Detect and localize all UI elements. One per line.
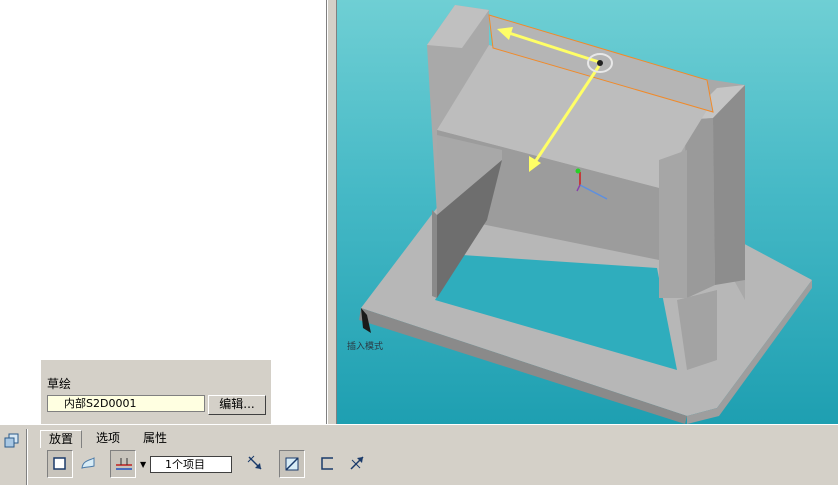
insert-mode-label: 插入模式 — [347, 342, 384, 352]
left-leg-side — [432, 210, 437, 298]
flip-side-button[interactable] — [110, 450, 136, 478]
chevron-down-icon[interactable]: ▼ — [140, 460, 146, 469]
surface-icon — [81, 457, 95, 469]
right-column-face — [685, 118, 715, 298]
edit-sketch-button[interactable]: 编辑... — [208, 395, 266, 415]
reference-collector[interactable]: 1个项目 — [150, 456, 232, 473]
right-column-side — [713, 85, 745, 285]
flip-direction-icon — [247, 455, 262, 470]
flip-direction-button[interactable] — [243, 450, 269, 478]
dashboard-separator — [26, 429, 28, 485]
material-side-button[interactable] — [279, 450, 305, 478]
triad-origin-marker — [575, 168, 581, 174]
solid-icon — [53, 457, 66, 470]
drag-handle-center — [597, 60, 603, 66]
material-side-icon — [285, 457, 299, 471]
feature-dashboard: 放置 选项 属性 ▼ 1个项目 — [0, 424, 838, 485]
sketch-reference-field[interactable]: 内部S2D0001 — [47, 395, 205, 412]
extrude-feature-icon — [4, 433, 19, 448]
remove-material-icon — [350, 456, 364, 470]
thicken-button[interactable] — [315, 450, 341, 478]
sketch-label: 草绘 — [47, 377, 72, 391]
right-leg-face — [659, 150, 687, 298]
tab-properties[interactable]: 属性 — [135, 430, 175, 448]
remove-material-button[interactable] — [345, 450, 371, 478]
sketch-panel: 草绘 内部S2D0001 编辑... — [40, 359, 271, 425]
tab-placement[interactable]: 放置 — [40, 430, 83, 448]
solid-button[interactable] — [47, 450, 73, 478]
tab-options[interactable]: 选项 — [88, 430, 128, 448]
graphics-viewport[interactable]: 插入模式 — [337, 0, 838, 424]
flip-side-icon — [116, 458, 132, 470]
model-3d-view — [359, 5, 812, 424]
thicken-icon — [321, 457, 333, 470]
panel-splitter[interactable] — [327, 0, 337, 424]
surface-button[interactable] — [76, 450, 102, 478]
